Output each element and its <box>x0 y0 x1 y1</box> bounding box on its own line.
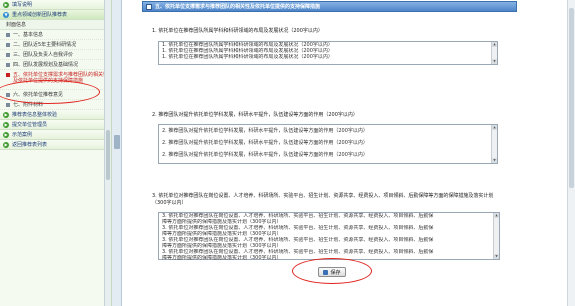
nav-label: 返回推荐表列表 <box>12 142 48 148</box>
nav-examples[interactable]: ▶ 示范案例 <box>0 130 111 140</box>
bullet-icon <box>6 73 10 77</box>
question-1-textarea[interactable]: 1. 依托单位在推荐团队所属学科和科研领域的布局及发展状况（200字以内） 1.… <box>158 41 498 65</box>
scroll-down-icon[interactable]: ▼ <box>492 158 497 163</box>
question-3-textarea[interactable]: 3. 依托单位对推荐团队在岗位设置、人才培养、科研场所、实验平台、招生计划、资源… <box>158 212 500 261</box>
scrollbar-thumb[interactable] <box>106 130 110 180</box>
bullet-icon <box>6 62 10 67</box>
question-1-label: 1. 依托单位在推荐团队所属学科和科研领域的布局及发展状况（200字以内） <box>152 28 323 34</box>
sidebar-scrollbar[interactable] <box>104 0 111 306</box>
question-3: 3. 依托单位对推荐团队在岗位设置、人才培养、科研场所、实验平台、招生计划、资源… <box>152 193 522 207</box>
bullet-icon <box>6 52 10 57</box>
main-scrollbar[interactable] <box>567 0 575 306</box>
nav-fill-instructions[interactable]: ▶ 填写说明 <box>0 0 111 10</box>
arrow-right-icon: ▶ <box>3 121 9 128</box>
section-title: 五、依托单位支撑需求与推荐团队的相关性及依托单位提供的支持保障措施 <box>155 4 321 10</box>
arrow-right-icon: ▶ <box>3 111 9 118</box>
sidebar-item-label: 一、基本信息 <box>13 32 44 38</box>
question-2-textarea[interactable]: 2. 推荐团队对提升依托单位学科发展，科研水平提升，队伍建设等方面的作用（200… <box>158 124 498 164</box>
pane-splitter[interactable] <box>112 0 122 306</box>
question-1: 1. 依托单位在推荐团队所属学科和科研领域的布局及发展状况（200字以内） <box>152 28 506 35</box>
arrow-down-icon: ▼ <box>3 11 9 18</box>
form-icon <box>146 3 152 10</box>
sidebar-item-label: 三、团队及负责人自我评价 <box>13 52 74 58</box>
question-3-label: 3. 依托单位对推荐团队在岗位设置、人才培养、科研场所、实验平台、招生计划、资源… <box>152 193 494 206</box>
question-2-label: 2. 推荐团队对提升依托单位学科发展，科研水平提升，队伍建设等方面的作用（200… <box>152 112 358 118</box>
annotation-ring <box>0 80 100 104</box>
question-2: 2. 推荐团队对提升依托单位学科发展，科研水平提升，队伍建设等方面的作用（200… <box>152 112 506 119</box>
sidebar-item-plan[interactable]: 四、团队发展规划及基础情况 <box>0 60 111 70</box>
section-title-bar: 五、依托单位支撑需求与推荐团队的相关性及依托单位提供的支持保障措施 <box>142 1 517 12</box>
annotation-ring <box>292 258 372 284</box>
arrow-right-icon: ▶ <box>3 1 9 8</box>
arrow-right-icon: ▶ <box>3 141 9 148</box>
textarea-scrollbar[interactable]: ▲ ▼ <box>493 213 499 259</box>
sidebar-item-basic-info[interactable]: 一、基本信息 <box>0 30 111 40</box>
textarea-line: 2. 推荐团队对提升依托单位学科发展，科研水平提升，队伍建设等方面的作用（200… <box>162 140 368 146</box>
form-section-cover[interactable]: 封面信息 <box>0 20 111 30</box>
nav-recommendation-form[interactable]: ▼ 重点领域创新团队推荐表 <box>0 10 111 20</box>
textarea-scrollbar[interactable]: ▲ ▼ <box>491 42 497 64</box>
scroll-down-icon[interactable]: ▼ <box>494 254 499 259</box>
nav-submit[interactable]: ▶ 提交单位管理员 <box>0 120 111 130</box>
scrollbar-thumb[interactable] <box>569 8 574 188</box>
scroll-up-icon[interactable]: ▲ <box>492 42 497 47</box>
textarea-line: 2. 推荐团队对提升依托单位学科发展，科研水平提升，队伍建设等方面的作用（200… <box>162 152 368 158</box>
scroll-down-icon[interactable]: ▼ <box>492 59 497 64</box>
nav-label: 填写说明 <box>12 2 33 8</box>
main-content: 五、依托单位支撑需求与推荐团队的相关性及依托单位提供的支持保障措施 1. 依托单… <box>122 0 575 306</box>
textarea-scrollbar[interactable]: ▲ ▼ <box>491 125 497 163</box>
scroll-up-icon[interactable]: ▲ <box>492 125 497 130</box>
bullet-icon <box>6 32 10 37</box>
textarea-line: 2. 推荐团队对提升依托单位学科发展，科研水平提升，队伍建设等方面的作用（200… <box>162 128 368 134</box>
bullet-icon <box>6 42 10 47</box>
nav-validation[interactable]: ▶ 推荐表信息整体校验 <box>0 110 111 120</box>
scroll-up-icon[interactable]: ▲ <box>494 213 499 218</box>
bullet-icon <box>6 102 10 107</box>
sidebar-item-label: 四、团队发展规划及基础情况 <box>13 62 79 68</box>
nav-label: 提交单位管理员 <box>12 122 48 128</box>
nav-label: 示范案例 <box>12 132 33 138</box>
splitter-handle[interactable] <box>114 135 120 149</box>
sidebar-item-label: 二、团队近5年主要科研情况 <box>13 42 77 48</box>
sidebar-item-research[interactable]: 二、团队近5年主要科研情况 <box>0 40 111 50</box>
textarea-line: 1. 依托单位在推荐团队所属学科和科研领域的布局及发展状况（200字以内） <box>162 54 333 60</box>
left-sidebar: ▶ 填写说明 ▼ 重点领域创新团队推荐表 封面信息 一、基本信息 二、团队近5年… <box>0 0 112 306</box>
nav-back-to-list[interactable]: ▶ 返回推荐表列表 <box>0 140 111 150</box>
sidebar-item-self-evaluation[interactable]: 三、团队及负责人自我评价 <box>0 50 111 60</box>
arrow-right-icon: ▶ <box>3 131 9 138</box>
nav-label: 推荐表信息整体校验 <box>12 112 58 118</box>
nav-label: 重点领域创新团队推荐表 <box>12 12 68 18</box>
